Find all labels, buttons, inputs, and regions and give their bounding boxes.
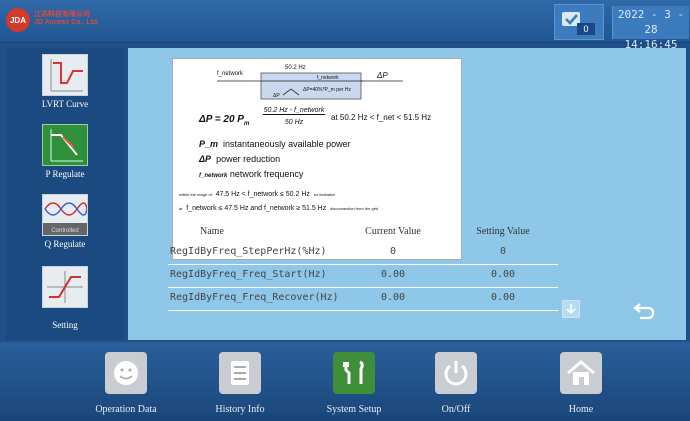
row-current-value: 0.00: [380, 269, 406, 280]
nav-home[interactable]: Home: [536, 352, 626, 415]
bottom-nav: Operation Data History Info System Setup…: [0, 342, 690, 421]
nav-label-home: Home: [568, 404, 594, 415]
top-bar: JDA 江苏科技有限公司 JD Access Co., Ltd. 0 2022 …: [0, 0, 690, 51]
definition-1: P_m instantaneously available power: [199, 139, 351, 149]
range-1: within the range of 47.5 Hz < f_network …: [179, 191, 336, 198]
company-line-1: 江苏科技有限公司: [34, 11, 90, 18]
formula-denominator: 50 Hz: [284, 119, 304, 126]
nav-history-info[interactable]: History Info: [195, 352, 285, 415]
table-row[interactable]: RegIdByFreq_Freq_Recover(Hz) 0.00 0.00: [168, 288, 558, 311]
block-output: ΔP: [377, 71, 388, 80]
sidebar: LVRT Curve P Regulate Controlled Q Regul…: [6, 48, 124, 340]
block-input: f_network: [217, 71, 244, 77]
nav-label-history: History Info: [215, 404, 265, 415]
arrow-down-icon: [566, 304, 576, 315]
screen: JDA 江苏科技有限公司 JD Access Co., Ltd. 0 2022 …: [0, 0, 690, 421]
row-name: RegIdByFreq_Freq_Start(Hz): [170, 269, 327, 280]
q-regulate-caption: Controlled: [51, 228, 78, 234]
alarm-button[interactable]: 0: [554, 4, 604, 40]
logo-text: JDA: [9, 15, 26, 25]
table-header: Name Current Value Setting Value: [168, 224, 558, 240]
list-icon: [219, 352, 261, 394]
tools-icon: [333, 352, 375, 394]
formula-numerator: 50.2 Hz - f_network: [263, 107, 325, 115]
alarm-count: 0: [577, 23, 595, 35]
definition-3: f_network network frequency: [199, 169, 304, 179]
table-row[interactable]: RegIdByFreq_StepPerHz(%Hz) 0 0: [168, 242, 558, 265]
definition-2: ΔP power reduction: [199, 154, 281, 164]
company-line-2: JD Access Co., Ltd.: [34, 19, 100, 26]
back-button[interactable]: [632, 300, 656, 320]
formula-lhs: ΔP = 20 Pm: [199, 114, 250, 127]
smiley-icon: [105, 352, 147, 394]
row-current-value: 0.00: [380, 292, 406, 303]
formula-condition: at 50.2 Hz < f_net < 51.5 Hz: [331, 113, 432, 122]
main-panel: f_network 50.2 Hz f_network ΔP=40%*P_m p…: [128, 48, 686, 340]
range-2: at f_network ≤ 47.5 Hz and f_network ≥ 5…: [179, 205, 379, 212]
sidebar-label-setting: Setting: [52, 320, 78, 330]
datetime-display: 2022 - 3 - 28 14:16:45: [612, 6, 689, 51]
nav-on-off[interactable]: On/Off: [411, 352, 501, 415]
row-setting-value[interactable]: 0.00: [468, 292, 538, 303]
nav-label-operation: Operation Data: [95, 404, 157, 415]
power-icon: [435, 352, 477, 394]
row-name: RegIdByFreq_StepPerHz(%Hz): [170, 246, 327, 257]
sidebar-label-p: P Regulate: [45, 169, 85, 179]
home-icon: [560, 352, 602, 394]
company-logo: JDA: [6, 8, 30, 32]
sidebar-label-q: Q Regulate: [44, 239, 86, 249]
p-regulate-icon: [42, 124, 88, 166]
row-name: RegIdByFreq_Freq_Recover(Hz): [170, 292, 339, 303]
company-name: 江苏科技有限公司 JD Access Co., Ltd.: [34, 11, 99, 27]
q-regulate-icon: Controlled: [42, 194, 88, 236]
block-bottom: ΔP: [273, 93, 280, 99]
block-mid: f_network: [317, 75, 339, 81]
sidebar-item-p-regulate[interactable]: P Regulate: [6, 124, 124, 179]
sidebar-item-setting[interactable]: Setting: [6, 266, 124, 330]
row-setting-value[interactable]: 0: [468, 246, 538, 257]
nav-system-setup[interactable]: System Setup: [309, 352, 399, 415]
row-setting-value[interactable]: 0.00: [468, 269, 538, 280]
header-setting: Setting Value: [476, 226, 530, 237]
header-name: Name: [200, 226, 224, 237]
setting-curve-icon: [42, 266, 88, 308]
scroll-down-button[interactable]: [562, 300, 580, 318]
row-current-value: 0: [389, 246, 397, 257]
nav-label-system: System Setup: [326, 404, 382, 415]
return-arrow-icon: [633, 303, 655, 320]
sidebar-item-q-regulate[interactable]: Controlled Q Regulate: [6, 194, 124, 249]
block-arrow-label: ΔP=40%*P_m per Hz: [303, 87, 351, 93]
sidebar-label-lvrt: LVRT Curve: [41, 99, 89, 109]
block-top: 50.2 Hz: [285, 65, 306, 71]
header-current: Current Value: [365, 226, 421, 237]
nav-operation-data[interactable]: Operation Data: [81, 352, 171, 415]
date-text: 2022 - 3 - 28: [617, 8, 685, 36]
sidebar-item-lvrt-curve[interactable]: LVRT Curve: [6, 54, 124, 109]
table-row[interactable]: RegIdByFreq_Freq_Start(Hz) 0.00 0.00: [168, 265, 558, 288]
nav-label-onoff: On/Off: [441, 404, 471, 415]
lvrt-curve-icon: [42, 54, 88, 96]
